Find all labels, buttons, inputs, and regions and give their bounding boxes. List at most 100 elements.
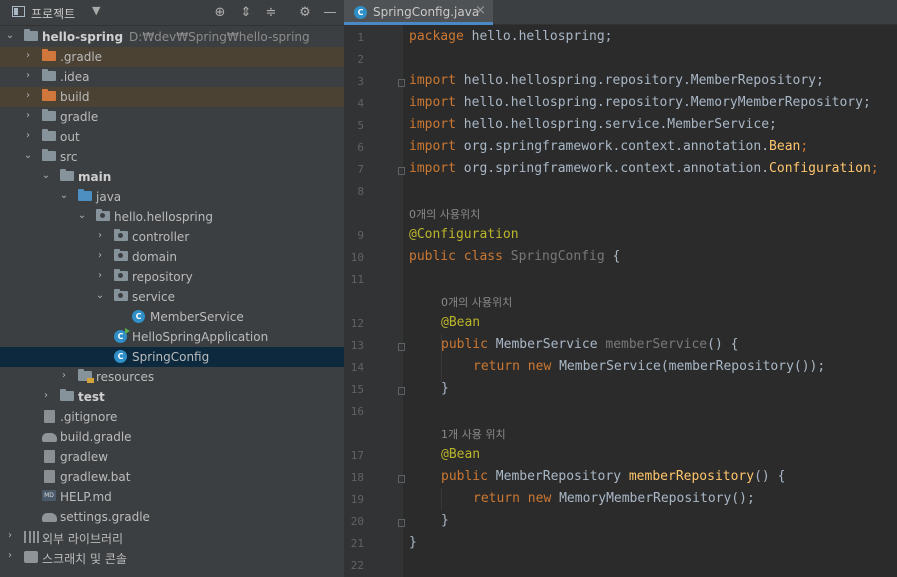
- code-text: Configuration: [769, 161, 871, 176]
- module-folder-icon: [24, 29, 38, 41]
- code-line-12[interactable]: @Bean: [441, 315, 480, 330]
- chevron-right-icon[interactable]: ›: [58, 369, 70, 383]
- keyword: import: [409, 117, 456, 132]
- tree-item-java[interactable]: ⌄ java: [0, 187, 344, 207]
- tree-item-gitignore[interactable]: .gitignore: [0, 407, 344, 427]
- chevron-right-icon[interactable]: ›: [22, 129, 34, 143]
- tree-item-main[interactable]: ⌄ main: [0, 167, 344, 187]
- line-number: 4: [357, 97, 364, 110]
- line-number: 15: [350, 383, 364, 396]
- usage-hint[interactable]: 1개 사용 위치: [441, 426, 506, 442]
- fold-marker-icon[interactable]: [398, 167, 405, 175]
- scratch-console-icon: [24, 551, 38, 563]
- tree-item-gradle-dir[interactable]: › .gradle: [0, 47, 344, 67]
- chevron-down-icon[interactable]: ⌄: [22, 149, 34, 163]
- code-line-19[interactable]: return new MemoryMemberRepository();: [473, 491, 755, 506]
- code-line-17[interactable]: @Bean: [441, 447, 480, 462]
- chevron-right-icon[interactable]: ›: [40, 389, 52, 403]
- chevron-right-icon[interactable]: ›: [22, 49, 34, 63]
- tree-item-help-md[interactable]: MD HELP.md: [0, 487, 344, 507]
- close-icon[interactable]: ×: [475, 3, 486, 18]
- tree-item-idea[interactable]: › .idea: [0, 67, 344, 87]
- tab-spring-config[interactable]: C SpringConfig.java ×: [344, 0, 493, 25]
- tree-item-scratches[interactable]: › 스크래치 및 콘솔: [0, 547, 344, 567]
- tree-item-settings-gradle[interactable]: settings.gradle: [0, 507, 344, 527]
- tree-item-gradle[interactable]: › gradle: [0, 107, 344, 127]
- package-icon: [96, 209, 110, 221]
- tree-item-spring-config[interactable]: C SpringConfig: [0, 347, 344, 367]
- usage-hint[interactable]: 0개의 사용위치: [441, 294, 512, 310]
- method-name: memberService: [597, 337, 708, 352]
- code-line-4[interactable]: import hello.hellospring.repository.Memo…: [409, 95, 871, 110]
- tree-item-external-libraries[interactable]: › 외부 라이브러리: [0, 527, 344, 547]
- chevron-right-icon[interactable]: ›: [94, 229, 106, 243]
- tree-item-gradlew-bat[interactable]: gradlew.bat: [0, 467, 344, 487]
- code-line-21[interactable]: }: [409, 535, 417, 550]
- code-line-20[interactable]: }: [441, 513, 449, 528]
- hide-icon[interactable]: —: [321, 4, 339, 22]
- chevron-right-icon[interactable]: ›: [4, 549, 16, 563]
- chevron-down-icon[interactable]: ⌄: [76, 209, 88, 223]
- annotation: @Bean: [441, 447, 481, 462]
- chevron-down-icon[interactable]: ▼: [92, 4, 100, 17]
- gear-icon[interactable]: ⚙: [296, 4, 314, 22]
- tree-item-build[interactable]: › build: [0, 87, 344, 107]
- chevron-right-icon[interactable]: ›: [22, 69, 34, 83]
- tree-item-domain[interactable]: › domain: [0, 247, 344, 267]
- tree-item-resources[interactable]: › resources: [0, 367, 344, 387]
- locate-target-icon[interactable]: ⊕: [211, 4, 229, 22]
- tree-item-out[interactable]: › out: [0, 127, 344, 147]
- chevron-down-icon[interactable]: ⌄: [94, 289, 106, 303]
- code-line-3[interactable]: import hello.hellospring.repository.Memb…: [409, 73, 824, 88]
- code-line-5[interactable]: import hello.hellospring.service.MemberS…: [409, 117, 777, 132]
- tree-item-label: hello-spring: [42, 30, 124, 44]
- project-panel-title[interactable]: 프로젝트: [31, 5, 75, 22]
- tree-item-hello-spring-application[interactable]: C HelloSpringApplication: [0, 327, 344, 347]
- tree-item-src[interactable]: ⌄ src: [0, 147, 344, 167]
- chevron-right-icon[interactable]: ›: [22, 109, 34, 123]
- expand-all-icon[interactable]: ⇕: [237, 4, 255, 22]
- tree-item-service[interactable]: ⌄ service: [0, 287, 344, 307]
- chevron-right-icon[interactable]: ›: [94, 249, 106, 263]
- tree-item-member-service[interactable]: C MemberService: [0, 307, 344, 327]
- tree-item-gradlew[interactable]: gradlew: [0, 447, 344, 467]
- line-number-gutter: 1 2 3 4 5 6 7 8 9 10 11 12 13 14 15 16 1…: [344, 25, 405, 577]
- chevron-right-icon[interactable]: ›: [22, 89, 34, 103]
- tree-item-package[interactable]: ⌄ hello.hellospring: [0, 207, 344, 227]
- fold-marker-icon[interactable]: [398, 387, 405, 395]
- chevron-down-icon[interactable]: ⌄: [58, 189, 70, 203]
- annotation: @Configuration: [409, 227, 519, 242]
- chevron-down-icon[interactable]: ⌄: [4, 29, 16, 43]
- fold-marker-icon[interactable]: [398, 79, 405, 87]
- code-text: MemberRepository: [487, 469, 622, 484]
- class-icon: C: [132, 310, 145, 323]
- code-line-18[interactable]: public MemberRepository memberRepository…: [441, 469, 785, 484]
- tree-item-label: java: [96, 190, 122, 204]
- tree-item-label: .gitignore: [60, 410, 118, 424]
- folder-icon: [60, 389, 74, 401]
- fold-marker-icon[interactable]: [398, 475, 405, 483]
- line-number: 11: [350, 273, 364, 286]
- code-line-13[interactable]: public MemberService memberService() {: [441, 337, 738, 352]
- tree-item-build-gradle[interactable]: build.gradle: [0, 427, 344, 447]
- code-line-1[interactable]: package hello.hellospring;: [409, 29, 613, 44]
- collapse-all-icon[interactable]: ≑: [262, 4, 280, 22]
- fold-marker-icon[interactable]: [398, 519, 405, 527]
- code-line-15[interactable]: }: [441, 381, 449, 396]
- keyword: package: [409, 29, 464, 44]
- code-line-6[interactable]: import org.springframework.context.annot…: [409, 139, 808, 154]
- code-line-9[interactable]: @Configuration: [409, 227, 519, 242]
- usage-hint[interactable]: 0개의 사용위치: [409, 206, 480, 222]
- code-line-14[interactable]: return new MemberService(memberRepositor…: [473, 359, 825, 374]
- tree-item-controller[interactable]: › controller: [0, 227, 344, 247]
- chevron-right-icon[interactable]: ›: [4, 529, 16, 543]
- tree-item-test[interactable]: › test: [0, 387, 344, 407]
- tree-item-hello-spring[interactable]: ⌄ hello-spring D:₩dev₩Spring₩hello-spring: [0, 27, 344, 47]
- code-line-10[interactable]: public class SpringConfig {: [409, 249, 620, 264]
- fold-marker-icon[interactable]: [398, 343, 405, 351]
- tree-item-repository[interactable]: › repository: [0, 267, 344, 287]
- chevron-right-icon[interactable]: ›: [94, 269, 106, 283]
- chevron-down-icon[interactable]: ⌄: [40, 169, 52, 183]
- code-line-7[interactable]: import org.springframework.context.annot…: [409, 161, 879, 176]
- tree-item-label: controller: [132, 230, 190, 244]
